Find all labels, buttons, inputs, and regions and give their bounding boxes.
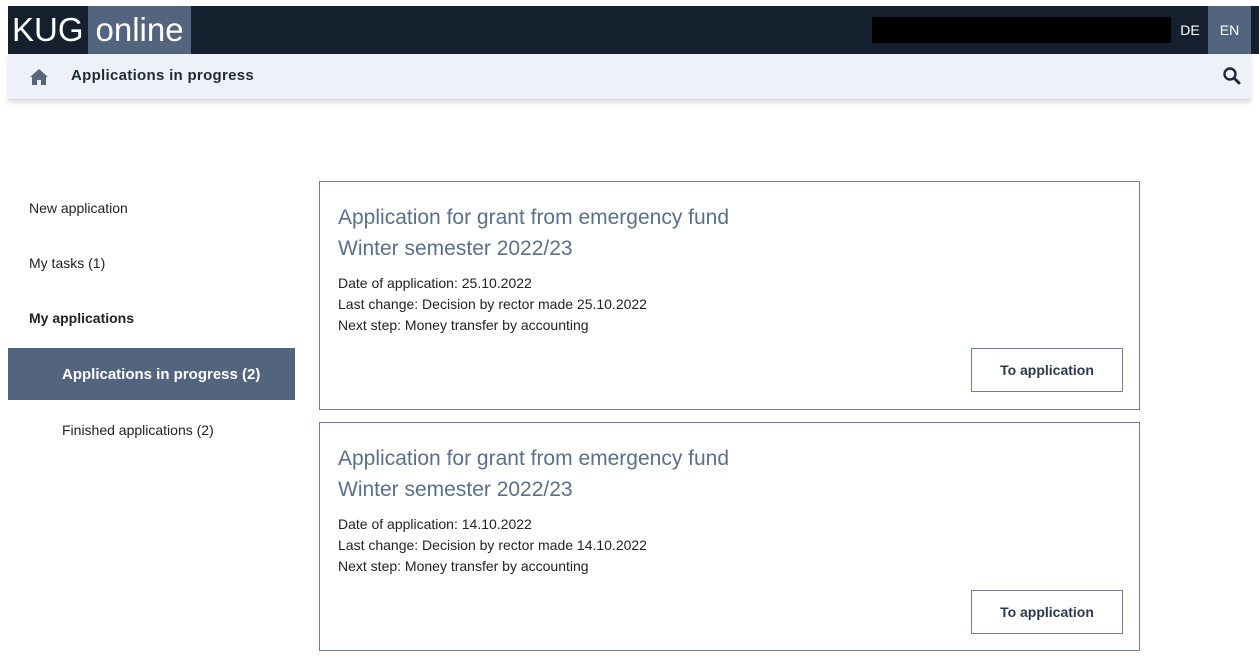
application-card: Application for grant from emergency fun… bbox=[319, 422, 1140, 651]
application-next-step: Next step: Money transfer by accounting bbox=[338, 558, 589, 574]
breadcrumb-bar: Applications in progress bbox=[8, 54, 1251, 100]
sidebar-item-label: Finished applications (2) bbox=[62, 422, 214, 438]
sidebar-item-new-application[interactable]: New application bbox=[8, 182, 295, 234]
sidebar-item-applications-in-progress[interactable]: Applications in progress (2) bbox=[8, 348, 295, 400]
home-icon[interactable] bbox=[28, 67, 50, 87]
application-next-step: Next step: Money transfer by accounting bbox=[338, 317, 589, 333]
top-header: KUG online DE EN bbox=[8, 6, 1259, 54]
sidebar-item-finished-applications[interactable]: Finished applications (2) bbox=[8, 404, 295, 456]
application-title-line2: Winter semester 2022/23 bbox=[338, 478, 573, 501]
application-details: Date of application: 14.10.2022 Last cha… bbox=[338, 514, 647, 577]
sidebar-item-label: New application bbox=[29, 200, 128, 216]
application-title: Application for grant from emergency fun… bbox=[338, 443, 729, 505]
application-date: Date of application: 14.10.2022 bbox=[338, 516, 532, 532]
to-application-button[interactable]: To application bbox=[971, 590, 1123, 634]
logo-online: online bbox=[87, 6, 191, 54]
page: KUG online DE EN Applications in progres… bbox=[0, 0, 1259, 663]
sidebar-item-label: My tasks (1) bbox=[29, 255, 106, 271]
application-details: Date of application: 25.10.2022 Last cha… bbox=[338, 273, 647, 336]
logo-kug: KUG bbox=[12, 11, 84, 48]
application-title-line2: Winter semester 2022/23 bbox=[338, 237, 573, 260]
to-application-button[interactable]: To application bbox=[971, 348, 1123, 392]
application-title-line1: Application for grant from emergency fun… bbox=[338, 206, 730, 229]
language-en-button[interactable]: EN bbox=[1208, 6, 1251, 54]
search-icon[interactable] bbox=[1222, 66, 1242, 86]
sidebar-item-label: Applications in progress (2) bbox=[62, 365, 261, 383]
application-last-change: Last change: Decision by rector made 14.… bbox=[338, 537, 647, 553]
application-title: Application for grant from emergency fun… bbox=[338, 202, 729, 264]
application-date: Date of application: 25.10.2022 bbox=[338, 275, 532, 291]
sidebar-item-my-tasks[interactable]: My tasks (1) bbox=[8, 237, 295, 289]
sidebar-item-label: My applications bbox=[29, 310, 135, 326]
application-title-line1: Application for grant from emergency fun… bbox=[338, 447, 730, 470]
application-last-change: Last change: Decision by rector made 25.… bbox=[338, 296, 647, 312]
redacted-user-name bbox=[872, 17, 1171, 43]
language-de-button[interactable]: DE bbox=[1172, 6, 1208, 54]
page-title: Applications in progress bbox=[71, 67, 255, 84]
logo[interactable]: KUG online bbox=[8, 6, 191, 54]
application-card: Application for grant from emergency fun… bbox=[319, 181, 1140, 410]
sidebar-item-my-applications[interactable]: My applications bbox=[8, 292, 295, 344]
